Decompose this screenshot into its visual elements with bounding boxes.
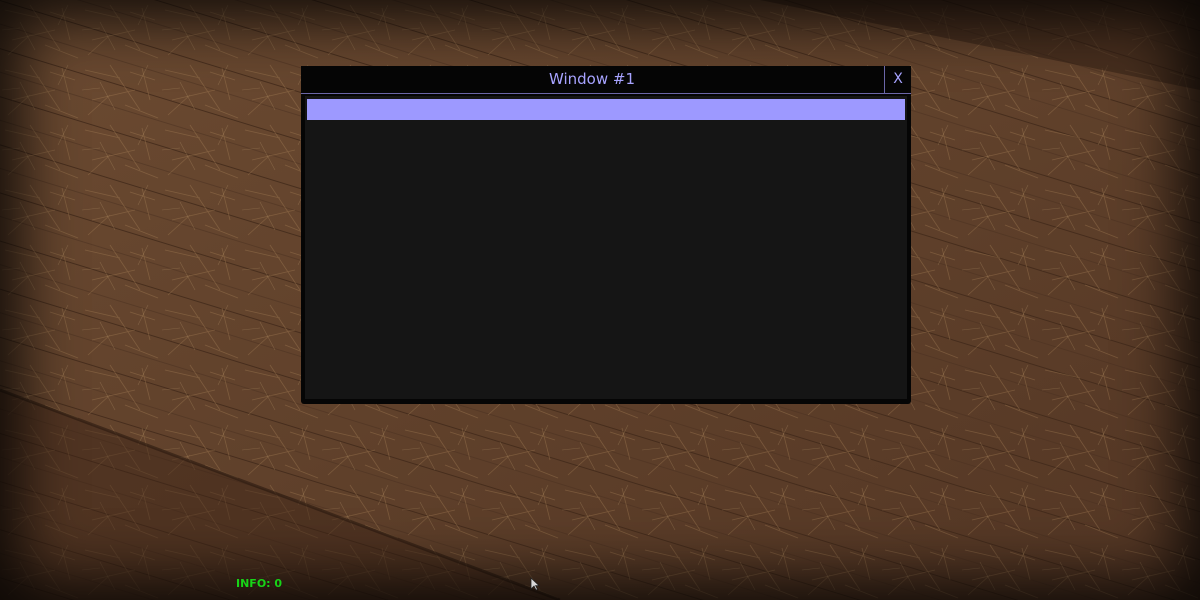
window-title: Window #1 (548, 70, 636, 88)
mouse-cursor-icon (530, 577, 540, 591)
list-item-selected[interactable] (307, 99, 905, 120)
window-content (305, 96, 907, 399)
window-titlebar[interactable]: Window #1 X (301, 66, 911, 94)
dialog-window[interactable]: Window #1 X (301, 66, 911, 404)
close-button[interactable]: X (884, 66, 911, 93)
info-counter: INFO: 0 (236, 577, 283, 590)
